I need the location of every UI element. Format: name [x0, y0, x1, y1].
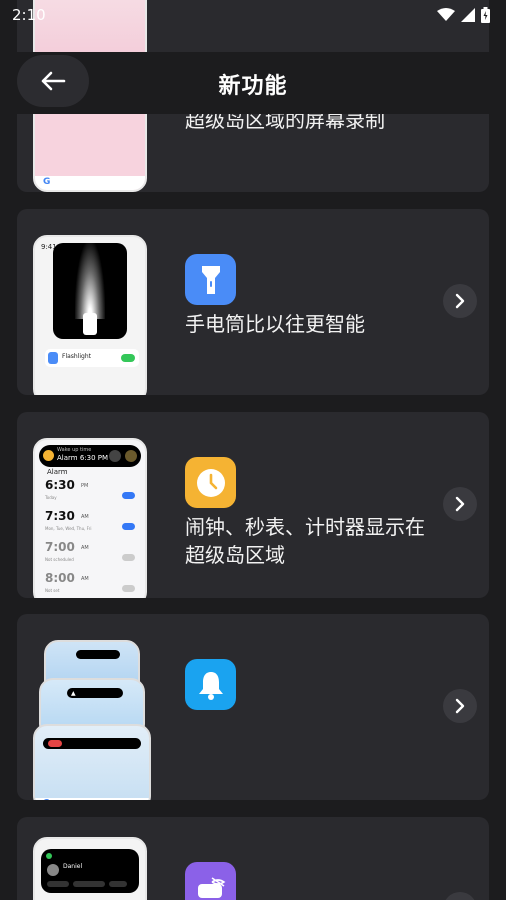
- alarm-time: 6:30: [45, 478, 75, 492]
- bell-mini-icon: ▲: [71, 690, 76, 697]
- alarm-mini-icon: [43, 450, 54, 461]
- thumb-toggle-on: [121, 354, 135, 362]
- dismiss-mini-button: [125, 450, 137, 462]
- flashlight-icon-tile: [185, 254, 236, 305]
- alarm-time: 8:00: [45, 571, 75, 585]
- super-island-pill: Wake up time Alarm 6:30 PM: [39, 445, 141, 467]
- chevron-right-button[interactable]: [443, 487, 477, 521]
- bell-icon: [198, 671, 223, 700]
- feature-title: 手电筒比以往更智能: [185, 312, 365, 336]
- alarm-subtitle: Mon, Tue, Wed, Thu, Fri: [45, 526, 92, 531]
- alarm-ampm: AM: [81, 514, 89, 520]
- snooze-mini-button: [109, 450, 121, 462]
- feature-thumbnail-front: G: [33, 724, 151, 800]
- avatar: [47, 864, 59, 876]
- alarm-row: 6:30 PM Today: [45, 478, 135, 506]
- privacy-icon-tile: [185, 862, 236, 900]
- alarm-row: 8:00 AM Not set: [45, 571, 135, 598]
- feature-card-privacy[interactable]: Daniel: [17, 817, 489, 900]
- alarm-ampm: AM: [81, 545, 89, 551]
- status-icons: [437, 7, 490, 23]
- pill-title: Wake up time: [57, 447, 92, 453]
- wifi-icon: [437, 8, 455, 21]
- feature-thumbnail: Wake up time Alarm 6:30 PM Alarm 6:30 PM T…: [33, 438, 147, 598]
- battery-icon: [481, 7, 490, 23]
- alarm-time: 7:30: [45, 509, 75, 523]
- flashlight-icon: [201, 265, 220, 294]
- page-title: 新功能: [218, 74, 288, 99]
- chevron-right-icon: [455, 293, 465, 309]
- alarm-toggle: [122, 492, 135, 499]
- alarm-row: 7:30 AM Mon, Tue, Wed, Thu, Fri: [45, 509, 135, 537]
- alarm-subtitle: Not scheduled: [45, 557, 74, 562]
- thumb-search-bar: G: [35, 176, 145, 190]
- alarm-row: 7:00 AM Not scheduled: [45, 540, 135, 568]
- hidden-eye-icon: [197, 876, 225, 898]
- alarm-toggle: [122, 523, 135, 530]
- call-mini-badge: [48, 740, 62, 747]
- alarm-subtitle: Today: [45, 495, 57, 500]
- thumb-heading: Alarm: [47, 468, 68, 476]
- flashlight-toggle-row: Flashlight: [45, 349, 139, 367]
- feature-thumbnail: 9:41 Flashlight: [33, 235, 147, 395]
- flashlight-mini-icon: [48, 352, 58, 364]
- signal-icon: [461, 8, 475, 22]
- notification-icon-tile: [185, 659, 236, 710]
- thumb-contact-name: Daniel: [63, 863, 83, 870]
- chevron-right-icon: [455, 698, 465, 714]
- chevron-right-icon: [455, 496, 465, 512]
- status-time: 2:10: [12, 6, 46, 24]
- feature-card-alarm[interactable]: Wake up time Alarm 6:30 PM Alarm 6:30 PM T…: [17, 412, 489, 598]
- clock-icon: [196, 468, 225, 497]
- google-logo-icon: G: [43, 798, 50, 800]
- google-logo-icon: G: [43, 177, 51, 187]
- pill-value: Alarm 6:30 PM: [57, 454, 109, 462]
- feature-title: 闹钟、秒表、计时器显示在超级岛区域: [185, 515, 425, 567]
- alarm-toggle: [122, 554, 135, 561]
- feature-thumbnail: Daniel: [33, 837, 147, 900]
- super-island-message: Daniel: [41, 849, 139, 893]
- feature-card-notifications[interactable]: ▲ G: [17, 614, 489, 800]
- flashlight-beam: [53, 243, 127, 339]
- chevron-right-button[interactable]: [443, 892, 477, 900]
- app-bar: 新功能: [0, 52, 506, 114]
- feature-card-flashlight[interactable]: 9:41 Flashlight 手电筒比以往更智能: [17, 209, 489, 395]
- alarm-icon-tile: [185, 457, 236, 508]
- chevron-right-button[interactable]: [443, 284, 477, 318]
- alarm-time: 7:00: [45, 540, 75, 554]
- chevron-right-button[interactable]: [443, 689, 477, 723]
- alarm-toggle: [122, 585, 135, 592]
- status-bar: 2:10: [0, 0, 506, 30]
- alarm-subtitle: Not set: [45, 588, 60, 593]
- thumb-flashlight-label: Flashlight: [62, 353, 92, 360]
- alarm-ampm: PM: [81, 483, 89, 489]
- alarm-ampm: AM: [81, 576, 89, 582]
